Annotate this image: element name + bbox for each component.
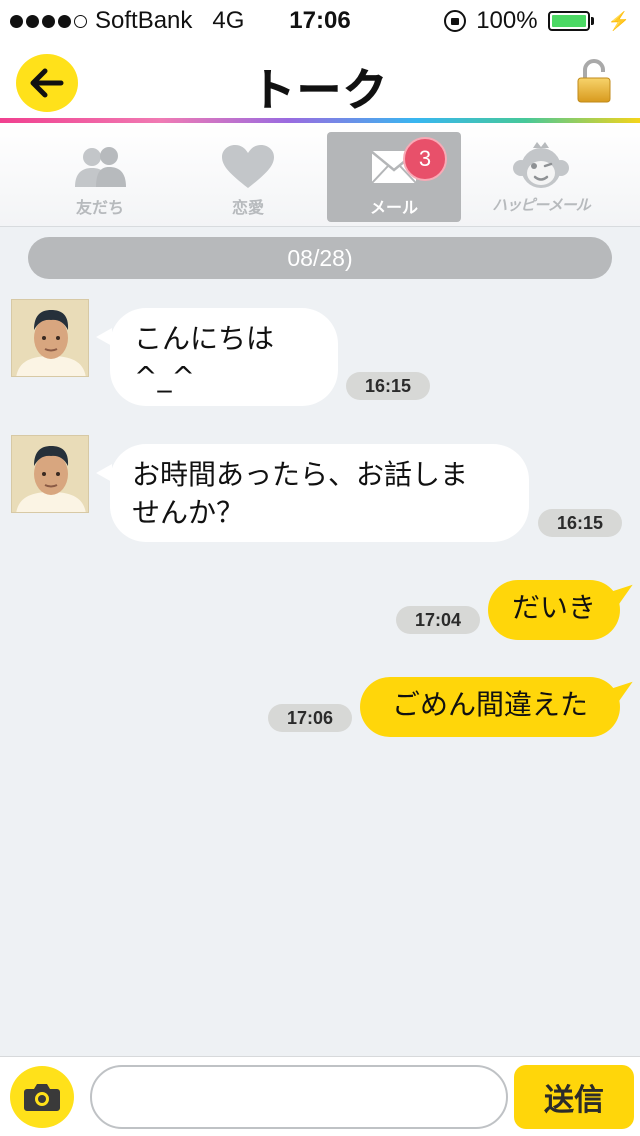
- camera-icon: [24, 1084, 60, 1111]
- chat-area[interactable]: 08/28) こんにちは ^_^ 16:15 お時間あったら、お話しま せんか？…: [0, 228, 640, 1056]
- profile-photo-icon: [12, 300, 88, 376]
- people-icon: [75, 147, 126, 187]
- send-button[interactable]: 送信: [514, 1065, 634, 1129]
- unread-badge: 3: [403, 137, 447, 181]
- message-line: ごめん間違えた: [391, 688, 588, 721]
- nav-bar: トーク: [0, 40, 640, 120]
- message-bubble-outgoing[interactable]: だいき: [488, 580, 620, 640]
- message-input[interactable]: [90, 1065, 508, 1129]
- tab-mail-label: メール: [369, 198, 418, 217]
- message-line: せんか？: [132, 496, 245, 529]
- message-timestamp: 17:04: [396, 606, 480, 634]
- sender-avatar[interactable]: [11, 299, 89, 377]
- charging-bolt-icon: ⚡: [607, 10, 630, 31]
- tab-friends[interactable]: 友だち: [33, 132, 167, 222]
- message-line: お時間あったら、お話しま: [132, 458, 469, 491]
- tab-love[interactable]: 恋愛: [181, 132, 315, 222]
- status-right: 100% ⚡: [444, 7, 630, 35]
- tab-mail[interactable]: メール 3: [327, 132, 461, 222]
- message-line: こんにちは: [134, 322, 275, 355]
- page-title: トーク: [251, 65, 389, 117]
- lock-button[interactable]: [576, 58, 612, 104]
- monkey-mascot-icon: [513, 142, 569, 188]
- message-bubble-incoming[interactable]: こんにちは ^_^: [96, 308, 338, 406]
- message-line: だいき: [511, 591, 596, 624]
- profile-photo-icon: [12, 436, 88, 512]
- tab-love-label: 恋愛: [231, 198, 264, 217]
- status-bar: SoftBank 4G 17:06 100% ⚡: [0, 0, 640, 40]
- date-separator: 08/28): [28, 237, 612, 279]
- message-bubble-incoming[interactable]: お時間あったら、お話しま せんか？: [96, 444, 529, 542]
- message-line: ^_^: [134, 360, 195, 393]
- battery-percent: 100%: [476, 7, 538, 34]
- camera-button[interactable]: [10, 1066, 74, 1128]
- message-timestamp: 16:15: [346, 372, 430, 400]
- input-bar: 送信: [0, 1056, 640, 1136]
- tab-happymail-label: ハッピーメール: [492, 196, 590, 214]
- unlocked-padlock-icon: [577, 59, 611, 103]
- message-timestamp: 16:15: [538, 509, 622, 537]
- tab-happymail[interactable]: ハッピーメール: [474, 132, 608, 222]
- message-timestamp: 17:06: [268, 704, 352, 732]
- battery-fill: [551, 15, 586, 27]
- tab-friends-label: 友だち: [75, 198, 124, 217]
- battery-icon: [547, 11, 594, 31]
- heart-icon: [222, 145, 274, 188]
- sender-avatar[interactable]: [11, 435, 89, 513]
- tab-bar: 友だち 恋愛 メール 3 ハッピーメール: [0, 123, 640, 227]
- message-bubble-outgoing[interactable]: ごめん間違えた: [360, 677, 620, 737]
- rotation-lock-icon: [444, 10, 467, 32]
